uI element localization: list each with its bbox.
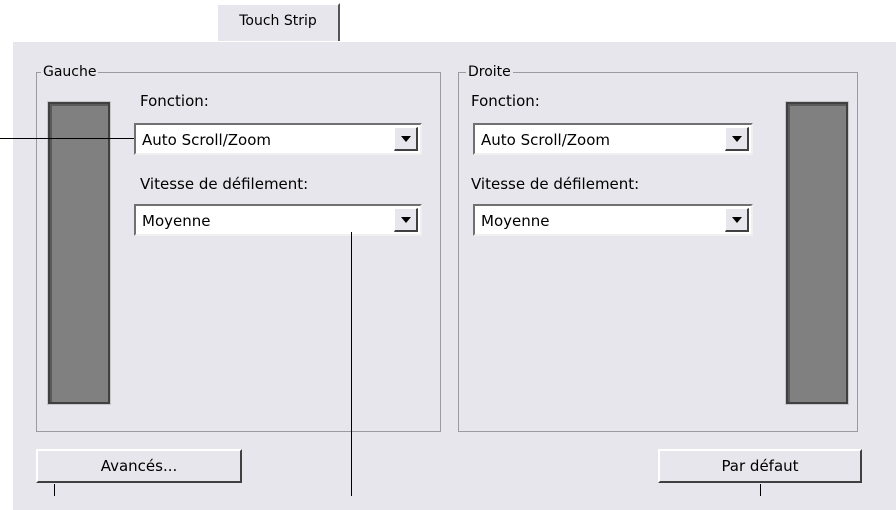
chevron-down-icon[interactable] bbox=[725, 127, 749, 151]
right-function-select[interactable]: Auto Scroll/Zoom bbox=[473, 123, 753, 155]
default-button[interactable]: Par défaut bbox=[658, 449, 862, 483]
left-function-select[interactable]: Auto Scroll/Zoom bbox=[134, 123, 422, 155]
advanced-button[interactable]: Avancés... bbox=[36, 449, 242, 483]
right-function-value: Auto Scroll/Zoom bbox=[481, 131, 611, 149]
chevron-down-icon[interactable] bbox=[725, 208, 749, 232]
chevron-down-icon[interactable] bbox=[394, 208, 418, 232]
callout-line-advanced bbox=[54, 484, 55, 496]
right-touch-strip-indicator bbox=[786, 102, 848, 404]
left-touch-strip-indicator bbox=[48, 102, 110, 404]
right-speed-label: Vitesse de défilement: bbox=[471, 175, 640, 193]
left-speed-label: Vitesse de défilement: bbox=[140, 175, 309, 193]
right-function-label: Fonction: bbox=[471, 92, 540, 110]
callout-line-function bbox=[0, 138, 134, 139]
right-speed-value: Moyenne bbox=[481, 212, 550, 230]
left-speed-select[interactable]: Moyenne bbox=[134, 204, 422, 236]
left-function-label: Fonction: bbox=[140, 92, 209, 110]
tab-touch-strip-label: Touch Strip bbox=[239, 13, 317, 29]
chevron-down-icon[interactable] bbox=[394, 127, 418, 151]
left-speed-value: Moyenne bbox=[142, 212, 211, 230]
right-speed-select[interactable]: Moyenne bbox=[473, 204, 753, 236]
callout-line-default bbox=[760, 484, 761, 496]
default-button-label: Par défaut bbox=[721, 457, 799, 475]
tab-touch-strip[interactable]: Touch Strip bbox=[216, 3, 340, 41]
left-group-label: Gauche bbox=[41, 63, 99, 81]
left-function-value: Auto Scroll/Zoom bbox=[142, 131, 272, 149]
callout-line-speed bbox=[351, 232, 352, 496]
advanced-button-label: Avancés... bbox=[100, 457, 178, 475]
right-group-label: Droite bbox=[466, 63, 513, 81]
